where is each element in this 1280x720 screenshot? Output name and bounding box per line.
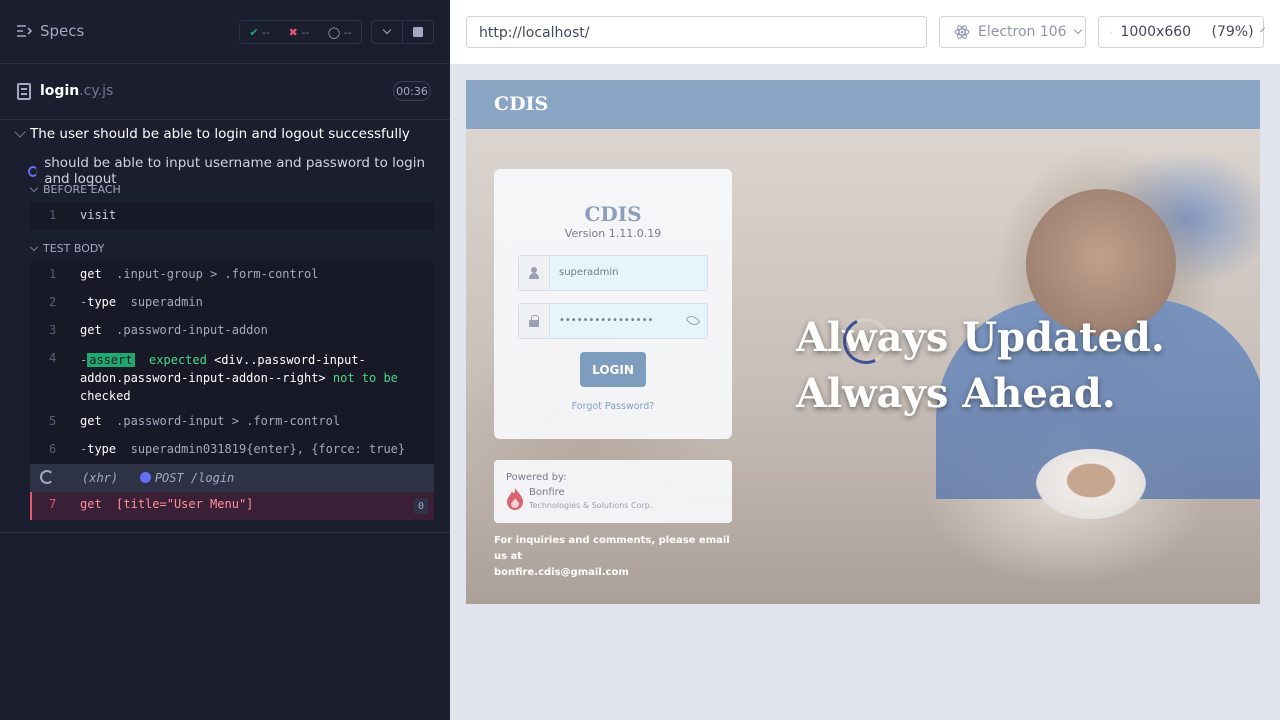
preview-toolbar: http://localhost/ Electron 106 1000x660 … [450,0,1280,64]
stop-button[interactable] [402,20,434,44]
hook-test-body[interactable]: TEST BODY [29,242,104,255]
check-icon: ✔ [249,25,259,39]
spec-file-name[interactable]: login.cy.js [40,83,113,99]
specs-list-icon [17,25,32,37]
run-stats: ✔ -- ✖ -- ◯ -- [239,20,362,44]
chevron-down-icon [1259,27,1265,33]
failed-stat: ✖ -- [288,25,310,39]
assert-command-row[interactable]: 4 - assert expected <div..password-input-… [30,345,434,408]
chevron-down-icon [382,25,392,35]
chevron-down-icon [14,126,26,138]
passed-stat: ✔ -- [249,25,270,39]
version-label: Version 1.11.0.19 [564,227,662,240]
loading-spinner-icon [40,470,54,484]
app-header: CDIS [466,80,1260,129]
username-addon [519,256,550,290]
specs-button[interactable]: Specs [16,22,84,40]
login-title: CDIS [584,202,642,226]
username-field[interactable]: superadmin [518,255,708,291]
command-row[interactable]: 1 get .input-group > .form-control [30,261,434,289]
app-brand: CDIS [494,93,549,115]
running-spinner-icon [28,165,39,177]
company-name: Bonfire [529,487,565,498]
app-under-test-frame: CDIS CDIS Version 1.11.0.19 superadmin •… [466,80,1260,604]
forgot-password-link[interactable]: Forgot Password? [494,401,732,412]
url-bar[interactable]: http://localhost/ [466,16,927,48]
chevron-down-icon [29,242,39,251]
test-body-commands: 1 get .input-group > .form-control 2 -ty… [30,261,434,464]
reporter-panel: Specs ✔ -- ✖ -- ◯ -- login.cy.js 00:36 T… [0,0,450,720]
pending-stat: ◯ -- [327,25,352,39]
divider [0,532,450,533]
lock-icon [529,315,539,327]
assert-tag: assert [87,353,135,367]
contact-email[interactable]: bonfire.cdis@gmail.com [494,565,734,581]
specs-label: Specs [40,22,85,40]
element-count-badge: 0 [414,498,428,514]
suite-title[interactable]: The user should be able to login and log… [14,126,410,142]
password-field[interactable]: •••••••••••••••• [518,303,708,339]
company-subtitle: Technologies & Solutions Corp. [529,501,653,510]
ruler-icon [1111,31,1113,33]
command-row[interactable]: 3 get .password-input-addon [30,317,434,345]
powered-by-card: Powered by: Bonfire Technologies & Solut… [494,460,732,523]
before-each-commands: 1 visit [30,202,434,230]
app-preview-panel: http://localhost/ Electron 106 1000x660 … [450,0,1280,720]
pending-dot-icon [139,472,151,483]
command-row[interactable]: 1 visit [30,202,434,230]
bonfire-flame-logo [507,488,523,510]
x-icon: ✖ [288,25,298,39]
powered-by-label: Powered by: [506,472,567,483]
browser-select[interactable]: Electron 106 [939,16,1086,48]
viewport-select[interactable]: 1000x660 (79%) [1098,16,1265,48]
eye-slash-icon[interactable] [685,313,701,328]
electron-icon [954,25,970,39]
user-icon [529,267,539,279]
chevron-down-icon [29,183,39,192]
document-icon [17,83,31,100]
login-card: CDIS Version 1.11.0.19 superadmin ••••••… [494,169,732,439]
stop-icon [413,27,423,37]
chevron-down-icon [1073,25,1082,35]
inquiry-text: For inquiries and comments, please email… [494,533,734,581]
xhr-command-row[interactable]: (xhr) POST /login [30,464,434,492]
collapse-button[interactable] [371,20,403,44]
spec-file-header: login.cy.js 00:36 [0,64,450,120]
failing-command-row[interactable]: 7 get [title="User Menu"] 0 [30,492,434,520]
pending-circle-icon: ◯ [327,25,341,39]
hook-before-each[interactable]: BEFORE EACH [29,183,121,196]
reporter-header: Specs ✔ -- ✖ -- ◯ -- [0,0,450,64]
tagline-line-2: Always Ahead. [796,370,1116,417]
command-row[interactable]: 6 -type superadmin031819{enter}, {force:… [30,436,434,464]
login-button[interactable]: LOGIN [580,352,646,387]
run-duration: 00:36 [393,81,431,101]
command-row[interactable]: 2 -type superadmin [30,289,434,317]
command-row[interactable]: 5 get .password-input > .form-control [30,408,434,436]
password-addon [519,304,550,338]
